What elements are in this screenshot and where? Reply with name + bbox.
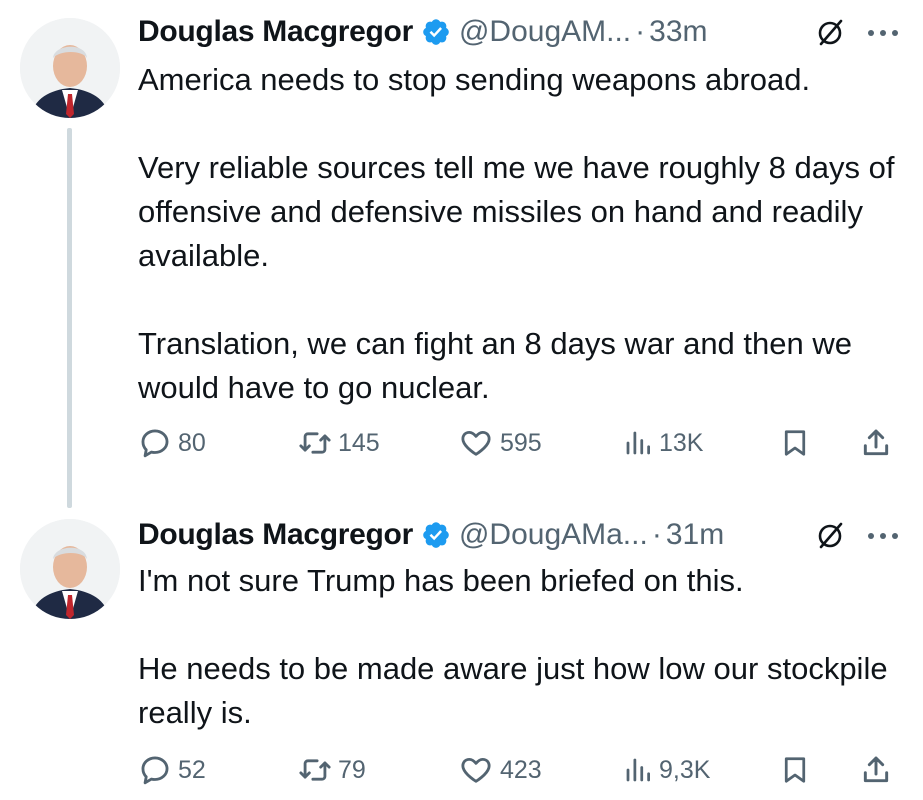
tweet-1[interactable]: Douglas Macgregor @DougAM... · 33m Ameri… — [0, 0, 923, 508]
tweet-text: I'm not sure Trump has been briefed on t… — [138, 563, 888, 730]
repost-count: 79 — [338, 755, 366, 784]
tweet-actions: 80 145 595 13K — [138, 423, 898, 463]
author-handle[interactable]: @DougAMa... — [459, 518, 648, 552]
like-count: 595 — [500, 428, 542, 457]
reply-icon — [141, 756, 169, 785]
share-icon — [863, 429, 889, 456]
verified-badge-icon — [423, 522, 449, 548]
like-icon — [461, 430, 491, 456]
share-button[interactable] — [860, 750, 892, 790]
views-button[interactable]: 9,3K — [623, 750, 710, 790]
verified-badge-icon — [423, 19, 449, 45]
avatar-image — [20, 519, 120, 619]
views-icon — [626, 431, 650, 455]
repost-icon — [299, 759, 331, 781]
share-icon — [863, 756, 889, 783]
repost-icon — [299, 432, 331, 454]
reply-count: 52 — [178, 755, 206, 784]
bookmark-button[interactable] — [780, 750, 810, 790]
grok-icon[interactable] — [815, 521, 845, 551]
bookmark-icon — [784, 757, 806, 783]
tweet-header: Douglas Macgregor @DougAMa... · 31m — [138, 515, 908, 555]
author-handle[interactable]: @DougAM... — [459, 15, 631, 49]
like-count: 423 — [500, 755, 542, 784]
author-name[interactable]: Douglas Macgregor — [138, 518, 413, 552]
share-button[interactable] — [860, 423, 892, 463]
tweet-text: America needs to stop sending weapons ab… — [138, 62, 895, 405]
bookmark-button[interactable] — [780, 423, 810, 463]
tweet-2[interactable]: Douglas Macgregor @DougAMa... · 31m I'm … — [0, 505, 923, 800]
reply-count: 80 — [178, 428, 206, 457]
avatar-image — [20, 18, 120, 118]
reply-button[interactable]: 52 — [138, 750, 206, 790]
views-count: 9,3K — [659, 755, 711, 784]
author-name[interactable]: Douglas Macgregor — [138, 15, 413, 49]
more-icon[interactable] — [866, 531, 900, 541]
repost-button[interactable]: 145 — [298, 423, 380, 463]
reply-button[interactable]: 80 — [138, 423, 206, 463]
avatar[interactable] — [20, 519, 120, 619]
tweet-actions: 52 79 423 9,3K — [138, 750, 898, 790]
like-button[interactable]: 595 — [458, 423, 542, 463]
separator-dot: · — [635, 15, 646, 48]
views-icon — [626, 758, 650, 782]
more-icon[interactable] — [866, 28, 900, 38]
timestamp[interactable]: 33m — [649, 15, 707, 49]
repost-button[interactable]: 79 — [298, 750, 366, 790]
like-icon — [461, 757, 491, 783]
avatar[interactable] — [20, 18, 120, 118]
views-button[interactable]: 13K — [623, 423, 703, 463]
views-count: 13K — [659, 428, 704, 457]
repost-count: 145 — [338, 428, 380, 457]
like-button[interactable]: 423 — [458, 750, 542, 790]
grok-icon[interactable] — [815, 18, 845, 48]
thread-line — [67, 128, 72, 508]
reply-icon — [141, 429, 169, 458]
tweet-header: Douglas Macgregor @DougAM... · 33m — [138, 12, 908, 52]
separator-dot: · — [651, 518, 662, 551]
bookmark-icon — [784, 430, 806, 456]
timestamp[interactable]: 31m — [666, 518, 724, 552]
